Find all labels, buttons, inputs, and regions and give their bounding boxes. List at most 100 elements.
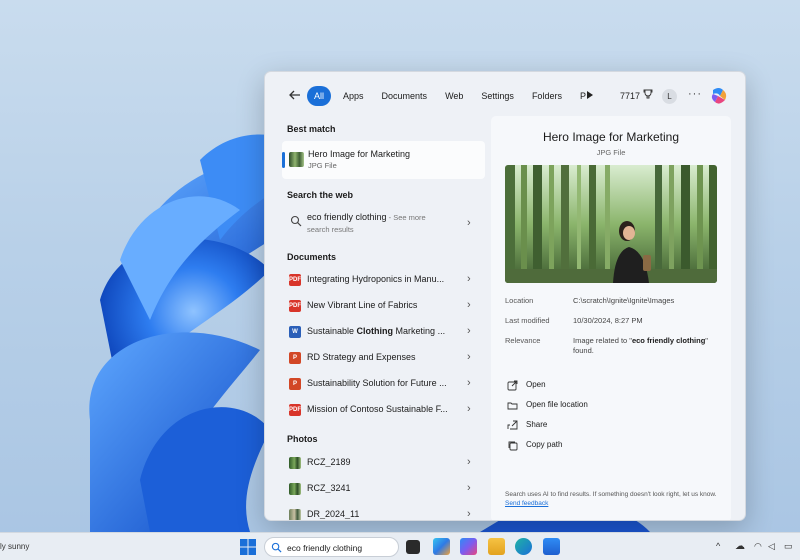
search-icon xyxy=(290,215,302,227)
edge-browser-icon[interactable] xyxy=(515,538,532,555)
name-suffix: Marketing ... xyxy=(393,326,446,336)
folder-icon xyxy=(507,402,518,410)
list-item[interactable]: PDF Mission of Contoso Sustainable F... … xyxy=(282,398,485,422)
documents-header: Documents xyxy=(287,252,337,262)
cloud-icon[interactable]: ☁ xyxy=(735,541,745,552)
share-icon xyxy=(507,420,518,430)
best-match-header: Best match xyxy=(287,124,336,134)
pdf-icon: PDF xyxy=(289,274,301,286)
open-external-icon xyxy=(507,380,518,391)
list-item[interactable]: W Sustainable Clothing Marketing ... › xyxy=(282,320,485,344)
chevron-right-icon[interactable]: › xyxy=(467,403,471,415)
tab-web[interactable]: Web xyxy=(439,86,469,106)
trophy-icon[interactable] xyxy=(643,89,653,99)
chevron-right-icon[interactable]: › xyxy=(467,351,471,363)
chevron-right-icon[interactable]: › xyxy=(467,217,471,229)
volume-icon[interactable]: ◁ xyxy=(768,541,775,552)
pdf-icon: PDF xyxy=(289,300,301,312)
document-name: RD Strategy and Expenses xyxy=(307,352,416,362)
pdf-icon: PDF xyxy=(289,404,301,416)
relevance-term: eco friendly clothing xyxy=(631,336,706,345)
tabs-scroll-right-icon[interactable] xyxy=(587,91,593,99)
tab-settings[interactable]: Settings xyxy=(475,86,520,106)
chevron-right-icon[interactable]: › xyxy=(467,482,471,494)
tab-documents[interactable]: Documents xyxy=(376,86,434,106)
battery-icon[interactable]: ▭ xyxy=(784,541,793,552)
photo-name: RCZ_3241 xyxy=(307,483,351,493)
preview-image[interactable] xyxy=(505,165,717,283)
best-match-subtitle: JPG File xyxy=(308,161,337,170)
file-explorer-icon[interactable] xyxy=(488,538,505,555)
more-options-button[interactable]: ··· xyxy=(688,88,702,100)
ai-disclaimer: Search uses AI to find results. If somet… xyxy=(505,490,717,508)
web-search-result[interactable]: eco friendly clothing - See more search … xyxy=(282,209,485,237)
disclaimer-text: Search uses AI to find results. If somet… xyxy=(505,491,717,498)
wifi-icon[interactable]: ◠ xyxy=(754,541,762,552)
list-item[interactable]: PDF Integrating Hydroponics in Manu... › xyxy=(282,268,485,292)
list-item[interactable]: P RD Strategy and Expenses › xyxy=(282,346,485,370)
tab-apps[interactable]: Apps xyxy=(337,86,370,106)
weather-widget[interactable]: ly sunny xyxy=(0,542,29,551)
chevron-right-icon[interactable]: › xyxy=(467,273,471,285)
image-thumbnail xyxy=(289,509,301,520)
back-button[interactable] xyxy=(285,88,305,104)
store-app-icon[interactable] xyxy=(543,538,560,555)
open-action[interactable]: Open xyxy=(505,378,705,394)
list-item[interactable]: P Sustainability Solution for Future ...… xyxy=(282,372,485,396)
open-label: Open xyxy=(526,380,546,389)
user-avatar[interactable]: L xyxy=(662,89,677,104)
document-name: Mission of Contoso Sustainable F... xyxy=(307,404,448,414)
open-file-location-action[interactable]: Open file location xyxy=(505,398,705,414)
tab-all[interactable]: All xyxy=(307,86,332,106)
copy-icon xyxy=(508,441,518,451)
preview-file-type: JPG File xyxy=(596,148,626,157)
windows-start-icon[interactable] xyxy=(240,539,256,555)
powerpoint-icon: P xyxy=(289,352,301,364)
taskbar-search-input[interactable]: eco friendly clothing xyxy=(287,543,362,553)
send-feedback-link[interactable]: Send feedback xyxy=(505,500,548,507)
tab-photos-truncated[interactable]: P xyxy=(574,86,587,106)
powerpoint-icon: P xyxy=(289,378,301,390)
document-name: Sustainability Solution for Future ... xyxy=(307,378,447,388)
preview-title: Hero Image for Marketing xyxy=(542,130,680,144)
photo-name: RCZ_2189 xyxy=(307,457,351,467)
chevron-right-icon[interactable]: › xyxy=(467,377,471,389)
filter-tabs: All Apps Documents Web Settings Folders … xyxy=(307,86,587,106)
tab-folders[interactable]: Folders xyxy=(526,86,568,106)
document-name: Integrating Hydroponics in Manu... xyxy=(307,274,445,284)
web-query: eco friendly clothing xyxy=(307,212,387,222)
document-name: Sustainable Clothing Marketing ... xyxy=(307,326,467,336)
list-item[interactable]: PDF New Vibrant Line of Fabrics › xyxy=(282,294,485,318)
task-view-icon[interactable] xyxy=(406,540,420,554)
name-prefix: Sustainable xyxy=(307,326,357,336)
chevron-right-icon[interactable]: › xyxy=(467,456,471,468)
list-item[interactable]: DR_2024_11 › xyxy=(282,503,485,520)
image-thumbnail xyxy=(289,457,301,469)
chevron-right-icon[interactable]: › xyxy=(467,508,471,520)
list-item[interactable]: RCZ_3241 › xyxy=(282,477,485,501)
modified-value: 10/30/2024, 8:27 PM xyxy=(573,316,643,325)
rewards-points[interactable]: 7717 xyxy=(620,91,640,101)
location-label: Location xyxy=(505,296,534,305)
search-flyout: All Apps Documents Web Settings Folders … xyxy=(264,71,746,521)
relevance-prefix: Image related to " xyxy=(573,336,632,345)
chevron-up-icon[interactable]: ^ xyxy=(716,541,720,551)
list-item[interactable]: RCZ_2189 › xyxy=(282,451,485,475)
copilot-app-icon[interactable] xyxy=(460,538,477,555)
web-header: Search the web xyxy=(287,190,354,200)
taskbar-search-box[interactable]: eco friendly clothing xyxy=(264,537,399,557)
location-value: C:\scratch\Ignite\Ignite\Images xyxy=(573,296,675,305)
see-more-text-line2: search results xyxy=(307,225,354,234)
search-topbar: All Apps Documents Web Settings Folders … xyxy=(265,72,745,120)
chevron-right-icon[interactable]: › xyxy=(467,299,471,311)
results-list: Best match Hero Image for Marketing JPG … xyxy=(277,120,491,520)
share-action[interactable]: Share xyxy=(505,418,705,434)
chevron-right-icon[interactable]: › xyxy=(467,325,471,337)
widgets-app-icon[interactable] xyxy=(433,538,450,555)
modified-label: Last modified xyxy=(505,316,550,325)
copilot-icon[interactable] xyxy=(709,86,729,106)
copy-path-action[interactable]: Copy path xyxy=(505,438,705,454)
best-match-item[interactable]: Hero Image for Marketing JPG File xyxy=(282,141,485,179)
image-thumbnail xyxy=(289,152,304,167)
copy-path-label: Copy path xyxy=(526,440,563,449)
